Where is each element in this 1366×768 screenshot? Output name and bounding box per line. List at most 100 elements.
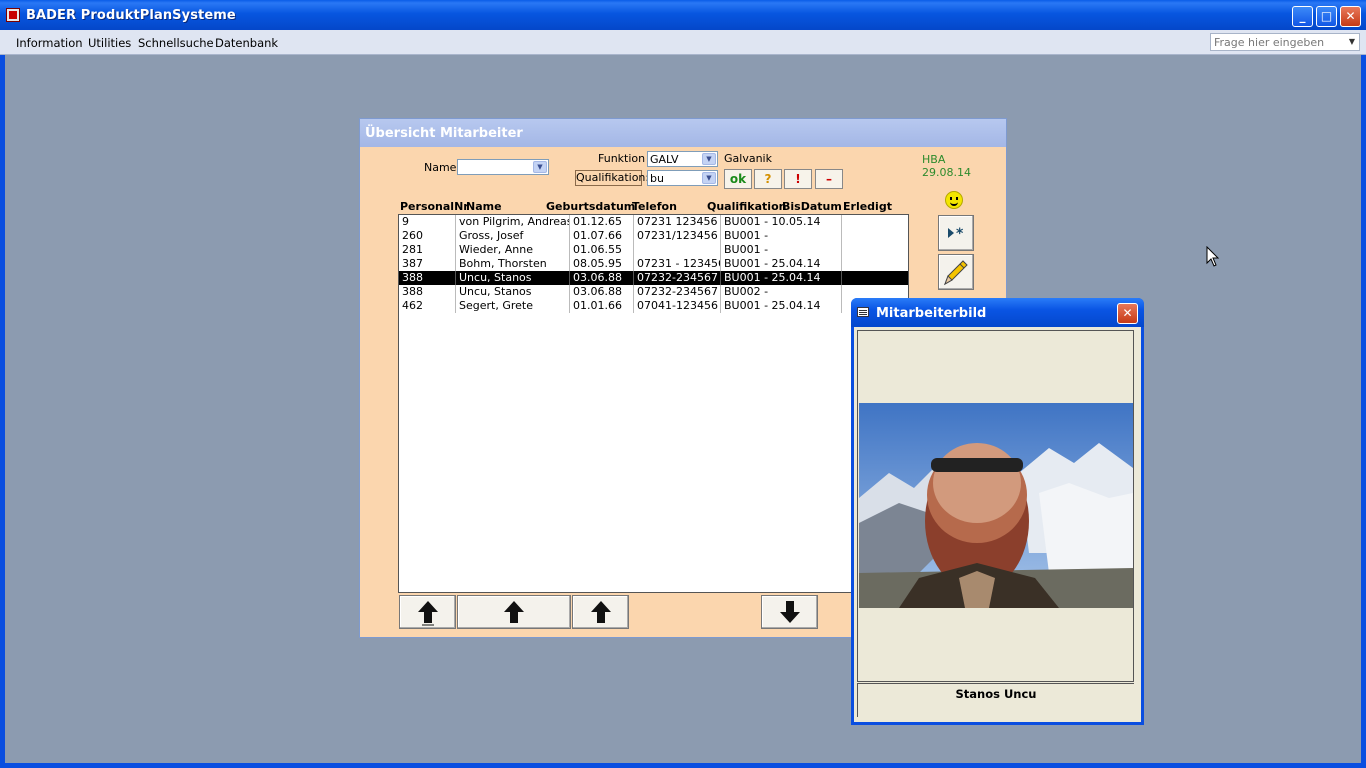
- cell-erledigt: [842, 257, 908, 271]
- table-row[interactable]: 9 von Pilgrim, Andreas 01.12.65 07231 12…: [399, 215, 908, 229]
- app-title: BADER ProduktPlanSysteme: [26, 8, 236, 23]
- funktion-label: Funktion: [598, 152, 646, 165]
- cell-personalnr: 260: [399, 229, 456, 243]
- help-search-input[interactable]: Frage hier eingeben ▼: [1210, 33, 1360, 51]
- table-row-selected[interactable]: 388 Uncu, Stanos 03.06.88 07232-234567 B…: [399, 271, 908, 285]
- employee-name-caption: Stanos Uncu: [857, 683, 1134, 717]
- qualifikation-label[interactable]: Qualifikation:: [575, 170, 649, 186]
- cell-telefon: 07041-123456: [634, 299, 721, 313]
- menu-schnellsuche[interactable]: Schnellsuche: [138, 36, 214, 50]
- name-label: Name:: [424, 161, 461, 174]
- cell-name: Bohm, Thorsten: [456, 257, 570, 271]
- cell-qualifikation: BU001 - 25.04.14: [721, 257, 842, 271]
- table-row[interactable]: 260 Gross, Josef 01.07.66 07231/123456 B…: [399, 229, 908, 243]
- cell-telefon: 07231 123456: [634, 215, 721, 229]
- arrow-up-first-icon: [418, 601, 438, 626]
- cell-geburtsdatum: 01.12.65: [570, 215, 634, 229]
- pencil-icon: [944, 260, 968, 286]
- page-up-button[interactable]: [457, 595, 571, 629]
- current-date: 29.08.14: [922, 166, 971, 179]
- cell-geburtsdatum: 08.05.95: [570, 257, 634, 271]
- cell-name: Wieder, Anne: [456, 243, 570, 257]
- cell-geburtsdatum: 01.07.66: [570, 229, 634, 243]
- column-header-bisdatum: BisDatum: [782, 200, 842, 213]
- exclaim-filter-button[interactable]: !: [784, 169, 812, 189]
- help-search-placeholder: Frage hier eingeben: [1214, 36, 1325, 49]
- first-record-button[interactable]: [399, 595, 456, 629]
- cell-personalnr: 281: [399, 243, 456, 257]
- cell-personalnr: 9: [399, 215, 456, 229]
- chevron-down-icon[interactable]: ▼: [1346, 35, 1358, 49]
- ok-filter-button[interactable]: ok: [724, 169, 752, 189]
- dialog-close-button[interactable]: ✕: [1117, 303, 1138, 324]
- svg-text:*: *: [956, 226, 964, 242]
- smiley-icon: [945, 191, 963, 209]
- cell-telefon: [634, 243, 721, 257]
- form-icon: [857, 307, 869, 317]
- column-header-telefon: Telefon: [632, 200, 677, 213]
- minimize-button[interactable]: _: [1292, 6, 1313, 27]
- funktion-description: Galvanik: [724, 152, 772, 165]
- cell-geburtsdatum: 01.01.66: [570, 299, 634, 313]
- cell-erledigt: [842, 229, 908, 243]
- app-title-bar: BADER ProduktPlanSysteme _ □ ✕: [0, 0, 1366, 30]
- new-record-icon: *: [948, 226, 964, 242]
- window-frame-left: [0, 55, 5, 768]
- window-frame-right: [1361, 55, 1366, 768]
- form-title: Übersicht Mitarbeiter: [360, 119, 1006, 147]
- cell-name: Uncu, Stanos: [456, 271, 570, 285]
- cell-name: Uncu, Stanos: [456, 285, 570, 299]
- cell-name: Gross, Josef: [456, 229, 570, 243]
- dialog-title-bar[interactable]: Mitarbeiterbild ✕: [851, 298, 1144, 327]
- user-initials: HBA: [922, 153, 946, 166]
- arrow-up-icon: [591, 601, 611, 623]
- column-header-personalnr: PersonalNr: [400, 200, 469, 213]
- question-filter-button[interactable]: ?: [754, 169, 782, 189]
- cell-telefon: 07231 - 123456: [634, 257, 721, 271]
- cell-geburtsdatum: 03.06.88: [570, 285, 634, 299]
- employee-grid[interactable]: 9 von Pilgrim, Andreas 01.12.65 07231 12…: [398, 214, 909, 593]
- cell-qualifikation: BU001 - 25.04.14: [721, 271, 842, 285]
- cell-erledigt: [842, 285, 908, 299]
- dash-filter-button[interactable]: –: [815, 169, 843, 189]
- cell-name: von Pilgrim, Andreas: [456, 215, 570, 229]
- cell-erledigt: [842, 243, 908, 257]
- mouse-cursor-icon: [1206, 246, 1220, 267]
- qualifikation-combo[interactable]: bu ▼: [647, 170, 718, 186]
- cell-erledigt: [842, 271, 908, 285]
- cell-telefon: 07232-234567: [634, 285, 721, 299]
- cell-personalnr: 388: [399, 271, 456, 285]
- name-combo[interactable]: ▼: [457, 159, 549, 175]
- new-record-button[interactable]: *: [938, 215, 974, 251]
- menu-utilities[interactable]: Utilities: [88, 36, 131, 50]
- column-header-erledigt: Erledigt: [843, 200, 892, 213]
- menu-datenbank[interactable]: Datenbank: [215, 36, 278, 50]
- cell-geburtsdatum: 01.06.55: [570, 243, 634, 257]
- cell-qualifikation: BU001 -: [721, 229, 842, 243]
- table-row[interactable]: 388 Uncu, Stanos 03.06.88 07232-234567 B…: [399, 285, 908, 299]
- table-row[interactable]: 387 Bohm, Thorsten 08.05.95 07231 - 1234…: [399, 257, 908, 271]
- table-row[interactable]: 281 Wieder, Anne 01.06.55 BU001 -: [399, 243, 908, 257]
- funktion-combo-value: GALV: [650, 153, 679, 166]
- qualifikation-combo-value: bu: [650, 172, 664, 185]
- cell-personalnr: 388: [399, 285, 456, 299]
- employee-photo-dialog: Mitarbeiterbild ✕ Stanos Uncu: [851, 298, 1144, 725]
- dialog-body: Stanos Uncu: [854, 327, 1141, 722]
- previous-record-button[interactable]: [572, 595, 629, 629]
- table-row[interactable]: 462 Segert, Grete 01.01.66 07041-123456 …: [399, 299, 908, 313]
- window-frame-bottom: [0, 763, 1366, 768]
- edit-button[interactable]: [938, 254, 974, 290]
- column-header-name: Name: [466, 200, 502, 213]
- next-record-button[interactable]: [761, 595, 818, 629]
- cell-qualifikation: BU001 - 25.04.14: [721, 299, 842, 313]
- maximize-button[interactable]: □: [1316, 6, 1337, 27]
- close-button[interactable]: ✕: [1340, 6, 1361, 27]
- chevron-down-icon[interactable]: ▼: [702, 172, 716, 184]
- funktion-combo[interactable]: GALV ▼: [647, 151, 718, 167]
- cell-name: Segert, Grete: [456, 299, 570, 313]
- cell-telefon: 07232-234567: [634, 271, 721, 285]
- chevron-down-icon[interactable]: ▼: [533, 161, 547, 173]
- menu-information[interactable]: Information: [16, 36, 83, 50]
- chevron-down-icon[interactable]: ▼: [702, 153, 716, 165]
- employee-photo: [859, 403, 1133, 608]
